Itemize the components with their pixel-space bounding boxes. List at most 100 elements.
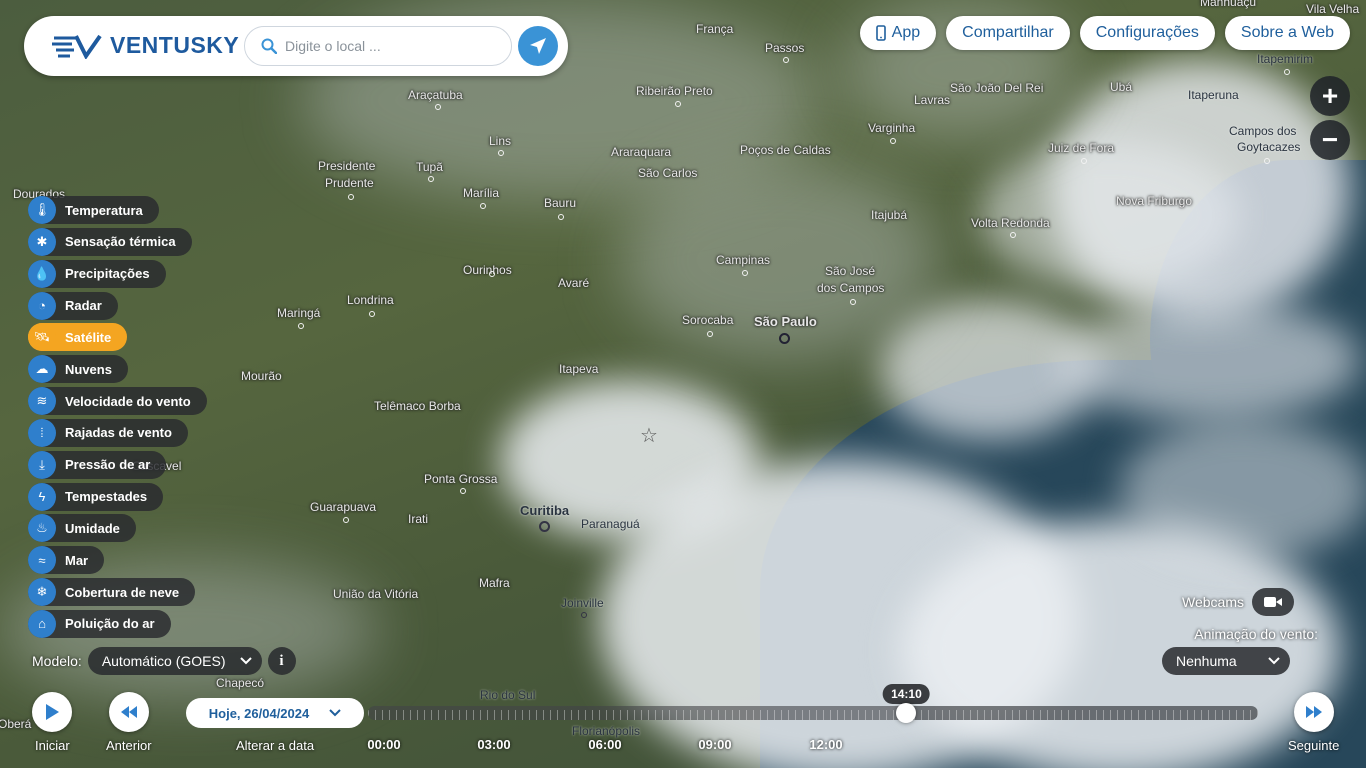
layer-radar[interactable]: ◔ Radar bbox=[28, 291, 118, 320]
city-label: Itaperuna bbox=[1188, 88, 1239, 102]
layer-drop[interactable]: 💧 Precipitações bbox=[28, 259, 166, 288]
layer-thermometer[interactable]: 🌡 Temperatura bbox=[28, 196, 159, 224]
city-label: Telêmaco Borba bbox=[374, 399, 461, 413]
zoom-in-button[interactable]: + bbox=[1310, 76, 1350, 116]
share-button[interactable]: Compartilhar bbox=[946, 16, 1070, 50]
play-button[interactable] bbox=[32, 692, 72, 732]
layer-snowflake[interactable]: ❄ Cobertura de neve bbox=[28, 578, 196, 607]
city-label: Irati bbox=[408, 512, 429, 526]
factory-icon: ⌂ bbox=[28, 609, 56, 638]
chevron-down-icon bbox=[239, 657, 252, 665]
previous-button[interactable] bbox=[109, 692, 149, 732]
layer-label: Pressão de ar bbox=[65, 457, 151, 473]
date-dropdown[interactable]: Hoje, 26/04/2024 bbox=[186, 698, 364, 728]
layer-humidity[interactable]: ♨ Umidade bbox=[28, 514, 136, 543]
city-label: Ourinhos bbox=[463, 263, 512, 277]
city-label: Volta Redonda bbox=[971, 216, 1050, 230]
locate-me-button[interactable] bbox=[518, 26, 558, 66]
feels-like-icon: ✱ bbox=[28, 227, 56, 256]
minus-icon: − bbox=[1321, 124, 1339, 155]
city-dot bbox=[348, 194, 354, 200]
selected-location-star-icon[interactable]: ☆ bbox=[640, 426, 658, 446]
info-icon: i bbox=[279, 652, 284, 669]
lightning-icon: ϟ bbox=[28, 482, 56, 511]
zoom-out-button[interactable]: − bbox=[1310, 120, 1350, 160]
city-label: Lins bbox=[489, 134, 512, 148]
search-icon bbox=[261, 38, 277, 54]
previous-caption: Anterior bbox=[106, 738, 152, 753]
city-label: Ribeirão Preto bbox=[636, 84, 713, 98]
city-label: Itapemirim bbox=[1257, 52, 1314, 66]
city-dot bbox=[675, 101, 681, 107]
chevron-down-icon bbox=[1268, 657, 1280, 665]
city-dot bbox=[435, 104, 441, 110]
webcams-button[interactable] bbox=[1252, 588, 1294, 616]
settings-button[interactable]: Configurações bbox=[1079, 16, 1215, 50]
navigation-arrow-icon bbox=[530, 38, 546, 54]
city-dot bbox=[1081, 158, 1087, 164]
layer-gust[interactable]: ⦙ Rajadas de vento bbox=[28, 418, 188, 447]
chevron-down-icon bbox=[329, 709, 341, 717]
hour-label: 00:00 bbox=[367, 737, 401, 752]
layer-label: Satélite bbox=[65, 329, 112, 345]
city-dot bbox=[489, 271, 495, 277]
city-dot bbox=[1010, 232, 1016, 238]
drop-icon: 💧 bbox=[28, 259, 56, 288]
city-label: Mourão bbox=[241, 369, 282, 383]
cloud-mass bbox=[980, 140, 1240, 290]
app-button-label: App bbox=[891, 24, 921, 41]
model-dropdown[interactable]: Automático (GOES) bbox=[87, 647, 262, 675]
ventusky-logo[interactable]: VENTUSKY bbox=[52, 32, 239, 59]
city-label: Goytacazes bbox=[1237, 140, 1301, 154]
search-input[interactable] bbox=[285, 38, 495, 54]
city-label: Avaré bbox=[558, 276, 590, 290]
about-button-label: Sobre a Web bbox=[1240, 24, 1334, 41]
layer-menu: 🌡 Temperatura ✱ Sensação térmica 💧 Precipitaç… bbox=[28, 196, 207, 642]
city-dot bbox=[369, 311, 375, 317]
city-dot bbox=[539, 521, 550, 532]
layer-pressure[interactable]: ⤓ Pressão de ar bbox=[28, 450, 167, 479]
city-label: São Carlos bbox=[638, 166, 698, 180]
city-label: Passos bbox=[765, 41, 805, 55]
city-label: Guarapuava bbox=[310, 500, 377, 514]
share-button-label: Compartilhar bbox=[962, 24, 1054, 41]
next-button[interactable] bbox=[1294, 692, 1334, 732]
layer-lightning[interactable]: ϟ Tempestades bbox=[28, 482, 164, 511]
cloud-haze bbox=[620, 160, 940, 360]
next-caption: Seguinte bbox=[1288, 738, 1340, 753]
layer-cloud[interactable]: ☁ Nuvens bbox=[28, 355, 128, 384]
city-label: Ponta Grossa bbox=[424, 472, 498, 486]
timeline-track[interactable] bbox=[368, 706, 1258, 720]
app-button[interactable]: App bbox=[859, 16, 937, 50]
city-dot bbox=[1284, 69, 1290, 75]
layer-label: Radar bbox=[65, 298, 102, 314]
layer-waves[interactable]: ≈ Mar bbox=[28, 546, 105, 575]
city-label: Marília bbox=[463, 186, 500, 200]
city-dot bbox=[558, 214, 564, 220]
layer-wind[interactable]: ≋ Velocidade do vento bbox=[28, 387, 207, 416]
wind-animation-dropdown[interactable]: Nenhuma bbox=[1162, 647, 1290, 675]
layer-label: Precipitações bbox=[65, 266, 150, 282]
layer-factory[interactable]: ⌂ Poluição do ar bbox=[28, 609, 171, 638]
waves-icon: ≈ bbox=[28, 546, 56, 575]
layer-feels-like[interactable]: ✱ Sensação térmica bbox=[28, 227, 192, 256]
city-label: Paranaguá bbox=[581, 517, 640, 531]
city-dot bbox=[460, 488, 466, 494]
layer-satellite[interactable]: 🛰 Satélite bbox=[28, 323, 128, 352]
city-dot bbox=[1264, 158, 1270, 164]
city-label: Oberá bbox=[0, 717, 32, 731]
pressure-icon: ⤓ bbox=[28, 450, 56, 479]
current-time-bubble: 14:10 bbox=[883, 684, 930, 704]
city-label: São João Del Rei bbox=[950, 81, 1044, 95]
city-label: Campinas bbox=[716, 253, 771, 267]
model-info-button[interactable]: i bbox=[267, 647, 296, 675]
current-time-label: 14:10 bbox=[891, 687, 922, 701]
about-button[interactable]: Sobre a Web bbox=[1224, 16, 1350, 50]
date-value: Hoje, 26/04/2024 bbox=[208, 705, 310, 721]
gust-icon: ⦙ bbox=[28, 418, 56, 447]
search-box[interactable] bbox=[244, 26, 512, 66]
city-label: Joinville bbox=[561, 596, 604, 610]
city-label: Nova Friburgo bbox=[1116, 194, 1193, 208]
city-label: dos Campos bbox=[817, 281, 885, 295]
city-label: Prudente bbox=[325, 176, 374, 190]
